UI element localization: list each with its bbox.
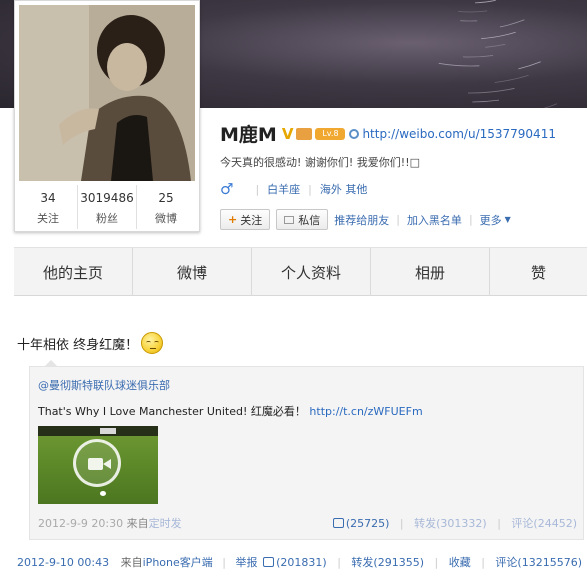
star-trail — [472, 99, 500, 103]
level-badge[interactable]: Lv.8 — [315, 127, 346, 140]
more-link[interactable]: 更多 — [480, 212, 502, 228]
comment-link[interactable]: 评论(13215576) — [495, 556, 582, 569]
score-bar — [38, 426, 158, 436]
location-link[interactable]: 海外 其他 — [320, 181, 368, 197]
stat-label: 关注 — [37, 212, 59, 225]
recommend-link[interactable]: 推荐给朋友 — [334, 212, 389, 228]
repost-actions: (25725) | 转发(301332) | 评论(24452) — [332, 515, 577, 531]
mail-icon — [284, 215, 295, 224]
tab-profile-info[interactable]: 个人资料 — [252, 248, 371, 296]
stat-label: 微博 — [155, 212, 177, 225]
message-label: 私信 — [298, 213, 321, 227]
forward-link[interactable]: 转发(291355) — [351, 556, 424, 569]
repost-source[interactable]: 定时发 — [149, 517, 182, 530]
thumbs-up-icon — [263, 557, 275, 567]
link-icon — [349, 128, 360, 139]
homepage-link[interactable]: http://weibo.com/u/1537790411 — [362, 127, 556, 141]
profile-stats: 34 关注 3019486 粉丝 25 微博 — [19, 185, 195, 229]
star-trail — [499, 19, 525, 28]
tab-likes[interactable]: 赞 — [490, 248, 587, 296]
divider: | — [434, 556, 439, 569]
star-trail — [458, 10, 488, 13]
follow-label: 关注 — [240, 213, 263, 227]
stat-value: 25 — [158, 191, 174, 205]
from-label: 来自 — [126, 517, 149, 530]
post-text: 十年相依 终身红魔！ — [17, 332, 164, 354]
gender-icon: ♂ — [220, 180, 234, 198]
profile-info: ♂ | 白羊座 | 海外 其他 — [220, 180, 367, 198]
report-link[interactable]: 举报 — [235, 556, 257, 569]
follow-button[interactable]: + 关注 — [220, 209, 271, 230]
repost-time[interactable]: 2012-9-9 20:30 — [38, 517, 123, 530]
thumbs-up-icon — [332, 518, 344, 528]
repost-comment-link[interactable]: 评论(24452) — [511, 517, 577, 530]
stat-followers[interactable]: 3019486 粉丝 — [78, 185, 137, 229]
divider: | — [396, 213, 400, 226]
stat-label: 粉丝 — [96, 212, 118, 225]
star-trail — [518, 61, 541, 70]
profile-bio: 今天真的很感动! 谢谢你们! 我爱你们!!□ — [220, 156, 421, 169]
repost-like-count: (25725) — [345, 517, 390, 530]
chevron-down-icon[interactable]: ▼ — [505, 215, 511, 224]
star-trail — [467, 87, 515, 94]
star-trail — [494, 75, 529, 83]
favorite-link[interactable]: 收藏 — [449, 556, 471, 569]
like-button[interactable]: (201831) — [263, 556, 327, 569]
profile-name: M鹿M — [220, 124, 277, 146]
divider: | — [222, 556, 226, 569]
divider: | — [308, 182, 312, 196]
avatar-photo — [19, 5, 195, 181]
star-trail — [463, 55, 494, 58]
post-actions: (201831) | 转发(291355) | 收藏 | 评论(13215576… — [263, 554, 582, 570]
repost-forward-link[interactable]: 转发(301332) — [414, 517, 487, 530]
post-source[interactable]: iPhone客户端 — [143, 556, 213, 569]
avatar-card: 34 关注 3019486 粉丝 25 微博 — [14, 0, 200, 232]
message-button[interactable]: 私信 — [276, 209, 329, 230]
star-trail — [474, 0, 496, 4]
post-meta: 2012-9-10 00:43 来自iPhone客户端 | 举报 — [17, 554, 257, 570]
constellation-link[interactable]: 白羊座 — [267, 181, 300, 197]
video-camera-icon — [88, 458, 111, 470]
divider: | — [481, 556, 485, 569]
repost-text: That's Why I Love Manchester United! 红魔必… — [38, 403, 423, 419]
star-trail — [481, 31, 516, 39]
divider: | — [497, 517, 501, 530]
profile-actions: + 关注 私信 推荐给朋友 | 加入黑名单 | 更多 ▼ — [220, 209, 511, 230]
tab-weibo[interactable]: 微博 — [133, 248, 252, 296]
name-row: M鹿M V Lv.8 http://weibo.com/u/1537790411 — [220, 120, 556, 147]
repost-meta: 2012-9-9 20:30 来自定时发 — [38, 515, 182, 531]
avatar[interactable] — [19, 5, 195, 181]
football — [100, 491, 106, 496]
verified-icon[interactable]: V — [282, 125, 294, 143]
divider: | — [399, 517, 404, 530]
profile-tabs: 他的主页 微博 个人资料 相册 赞 — [14, 247, 587, 296]
like-count: (201831) — [276, 556, 327, 569]
post-time[interactable]: 2012-9-10 00:43 — [17, 556, 109, 569]
tab-albums[interactable]: 相册 — [371, 248, 490, 296]
emoji-icon — [141, 332, 164, 354]
video-thumbnail[interactable] — [38, 426, 158, 504]
repost-content: That's Why I Love Manchester United! 红魔必… — [38, 405, 306, 418]
repost-author-link[interactable]: @曼彻斯特联队球迷俱乐部 — [38, 377, 170, 393]
stat-following[interactable]: 34 关注 — [19, 185, 78, 229]
stat-value: 34 — [40, 191, 56, 205]
plus-icon: + — [228, 213, 238, 226]
from-label: 来自 — [120, 556, 143, 569]
repost-url-link[interactable]: http://t.cn/zWFUEFm — [309, 405, 422, 418]
divider: | — [468, 213, 473, 226]
post-content: 十年相依 终身红魔！ — [17, 337, 139, 353]
blacklist-link[interactable]: 加入黑名单 — [407, 212, 462, 228]
divider: | — [255, 182, 260, 196]
video-play-icon[interactable] — [73, 439, 121, 487]
tab-home[interactable]: 他的主页 — [14, 248, 133, 296]
star-trail — [485, 43, 506, 48]
star-trail — [438, 62, 480, 67]
stat-posts[interactable]: 25 微博 — [137, 185, 195, 229]
reposted-card: @曼彻斯特联队球迷俱乐部 That's Why I Love Mancheste… — [29, 366, 584, 540]
divider: | — [337, 556, 341, 569]
member-icon[interactable] — [296, 127, 313, 140]
stat-value: 3019486 — [80, 191, 134, 205]
repost-like-button[interactable]: (25725) — [332, 517, 390, 530]
